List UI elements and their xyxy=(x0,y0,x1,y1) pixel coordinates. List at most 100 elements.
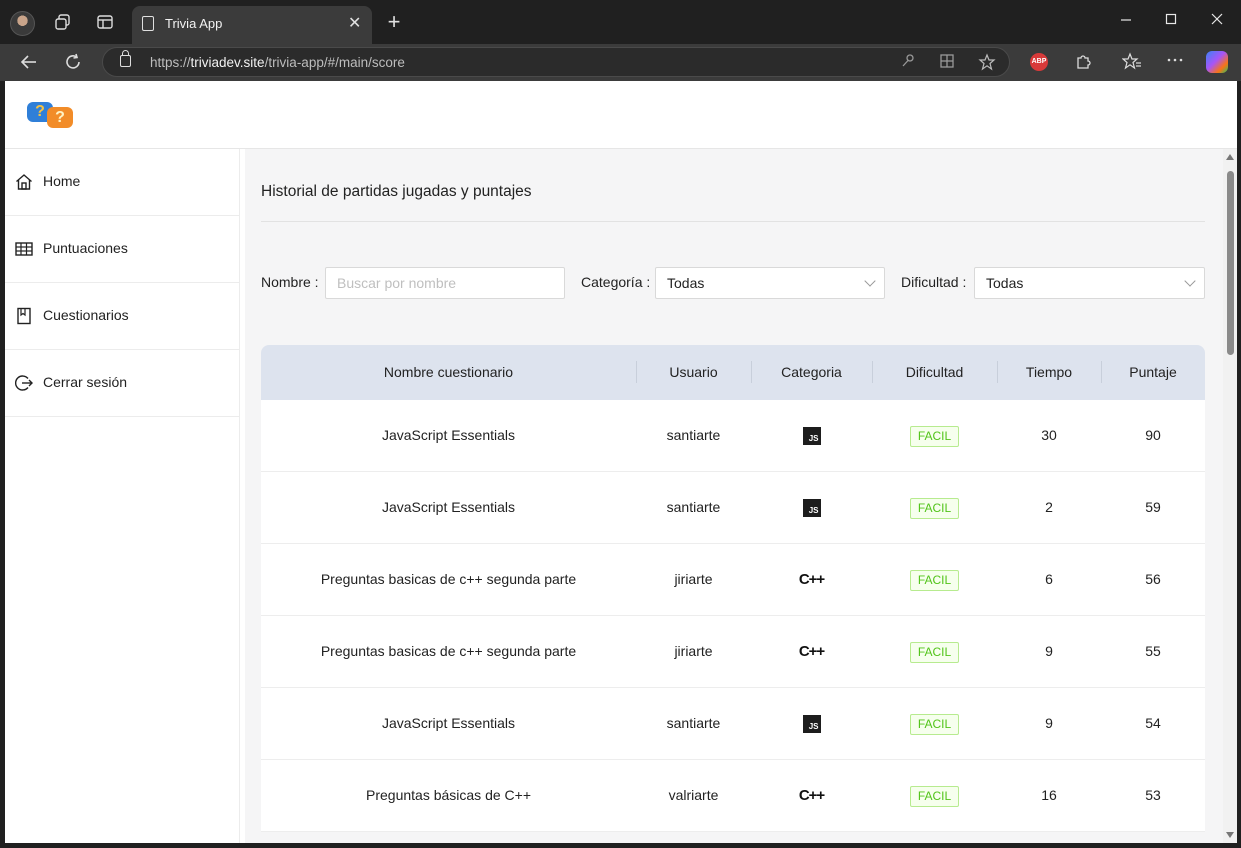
scroll-up-arrow-icon[interactable] xyxy=(1226,154,1234,160)
cpp-icon: C++ xyxy=(798,571,825,589)
vertical-scrollbar[interactable] xyxy=(1223,149,1237,843)
maximize-icon[interactable] xyxy=(1161,12,1181,30)
table-row[interactable]: Preguntas basicas de c++ segunda parte ji… xyxy=(261,544,1205,616)
cell-category: JS xyxy=(751,472,872,544)
column-header-categoria[interactable]: Categoria xyxy=(751,345,872,400)
favorites-icon[interactable] xyxy=(1121,52,1143,72)
sidebar-item-label: Home xyxy=(43,173,81,189)
difficulty-badge: FACIL xyxy=(909,641,960,663)
cell-score: 90 xyxy=(1145,427,1161,443)
more-icon[interactable] xyxy=(1164,50,1186,70)
cell-quiz-name: Preguntas básicas de C++ xyxy=(366,787,531,803)
cell-user: santiarte xyxy=(666,499,721,515)
cell-time: 9 xyxy=(1045,715,1053,731)
column-header-puntaje[interactable]: Puntaje xyxy=(1101,345,1205,400)
cell-time: 9 xyxy=(1045,643,1053,659)
cell-difficulty: FACIL xyxy=(872,472,997,544)
scrollbar-thumb[interactable] xyxy=(1227,171,1234,355)
cell-score: 54 xyxy=(1145,715,1161,731)
adblock-icon[interactable]: ABP xyxy=(1030,53,1048,71)
table-row[interactable]: Preguntas basicas de c++ segunda parte ji… xyxy=(261,616,1205,688)
sidebar-item-cerrar-sesion[interactable]: Cerrar sesión xyxy=(5,350,240,417)
copilot-icon[interactable] xyxy=(1206,51,1228,73)
tab-close-icon[interactable]: ✕ xyxy=(348,13,364,33)
cell-time: 16 xyxy=(1041,787,1057,803)
table-icon xyxy=(15,240,33,258)
category-select[interactable]: Todas xyxy=(655,267,885,299)
browser-toolbar: https://triviadev.site/trivia-app/#/main… xyxy=(0,44,1241,81)
apps-icon[interactable] xyxy=(936,53,958,73)
chevron-down-icon xyxy=(864,275,876,287)
javascript-icon: JS xyxy=(802,427,821,446)
new-tab-button[interactable]: + xyxy=(383,11,405,33)
browser-tab[interactable]: Trivia App ✕ xyxy=(132,6,372,44)
url-text: https://triviadev.site/trivia-app/#/main… xyxy=(150,55,405,70)
column-header-usuario[interactable]: Usuario xyxy=(636,345,751,400)
sidebar-item-label: Puntuaciones xyxy=(43,240,128,256)
table-row[interactable]: JavaScript Essentials santiarte JS FACIL 30 9… xyxy=(261,400,1205,472)
table-row[interactable]: JavaScript Essentials santiarte JS FACIL 9 54 xyxy=(261,688,1205,760)
column-header-tiempo[interactable]: Tiempo xyxy=(997,345,1101,400)
cell-user: santiarte xyxy=(666,427,721,443)
sidebar-item-label: Cuestionarios xyxy=(43,307,129,323)
scroll-down-arrow-icon[interactable] xyxy=(1226,832,1234,838)
difficulty-badge: FACIL xyxy=(909,497,960,519)
close-icon[interactable] xyxy=(1207,12,1227,30)
name-search-input[interactable]: Buscar por nombre xyxy=(325,267,565,299)
extensions-icon[interactable] xyxy=(1072,52,1094,72)
name-filter-label-text: Nombre xyxy=(261,274,311,290)
sidebar-item-home[interactable]: Home xyxy=(5,149,240,216)
cell-score: 56 xyxy=(1145,571,1161,587)
cell-category: JS xyxy=(751,688,872,760)
sidebar-item-puntuaciones[interactable]: Puntuaciones xyxy=(5,216,240,283)
cell-score: 55 xyxy=(1145,643,1161,659)
workspaces-icon[interactable] xyxy=(52,13,74,33)
cell-user: valriarte xyxy=(668,787,719,803)
cell-score: 53 xyxy=(1145,787,1161,803)
address-field[interactable]: https://triviadev.site/trivia-app/#/main… xyxy=(102,47,1010,77)
sidebar: Home Puntuaciones Cuestionarios Cerrar s… xyxy=(5,149,240,843)
sidebar-item-cuestionarios[interactable]: Cuestionarios xyxy=(5,283,240,350)
browser-tab-bar: Trivia App ✕ + xyxy=(0,0,1241,44)
table-body: JavaScript Essentials santiarte JS FACIL 30 9… xyxy=(261,400,1205,832)
page-title: Historial de partidas jugadas y puntajes xyxy=(261,183,532,200)
cell-quiz-name: Preguntas basicas de c++ segunda parte xyxy=(320,643,577,659)
cell-user: jiriarte xyxy=(674,643,713,659)
column-header-nombre[interactable]: Nombre cuestionario xyxy=(261,345,636,400)
cell-quiz-name: JavaScript Essentials xyxy=(381,715,516,731)
chevron-down-icon xyxy=(1184,275,1196,287)
cell-category: C++ xyxy=(751,760,872,832)
cell-category: C++ xyxy=(751,544,872,616)
tab-actions-icon[interactable] xyxy=(94,13,116,33)
title-divider xyxy=(261,221,1205,222)
home-icon xyxy=(15,173,33,191)
column-header-dificultad[interactable]: Dificultad xyxy=(872,345,997,400)
cell-category: C++ xyxy=(751,616,872,688)
category-filter-label: Categoría : xyxy=(581,274,651,290)
key-icon[interactable] xyxy=(897,53,919,73)
url-prefix: https:// xyxy=(150,55,191,70)
refresh-icon[interactable] xyxy=(62,52,84,72)
javascript-icon: JS xyxy=(802,499,821,518)
difficulty-select-value: Todas xyxy=(986,275,1024,291)
difficulty-badge: FACIL xyxy=(909,785,960,807)
profile-avatar[interactable] xyxy=(10,11,35,36)
minimize-icon[interactable] xyxy=(1116,12,1136,30)
book-icon xyxy=(15,307,33,325)
javascript-icon: JS xyxy=(802,715,821,734)
main-content: Historial de partidas jugadas y puntajes… xyxy=(245,149,1223,843)
url-host: triviadev.site xyxy=(190,55,265,70)
trivia-logo[interactable]: ? ? xyxy=(27,99,77,131)
cell-quiz-name: JavaScript Essentials xyxy=(381,499,516,515)
favorite-star-icon[interactable] xyxy=(976,53,998,73)
url-path: /trivia-app/#/main/score xyxy=(264,55,405,70)
cell-quiz-name: Preguntas basicas de c++ segunda parte xyxy=(320,571,577,587)
back-icon[interactable] xyxy=(18,52,40,72)
scores-table: Nombre cuestionario Usuario Categoria Di… xyxy=(261,345,1205,832)
cell-difficulty: FACIL xyxy=(872,400,997,472)
cell-time: 6 xyxy=(1045,571,1053,587)
table-row[interactable]: Preguntas básicas de C++ valriarte C++ FACI… xyxy=(261,760,1205,832)
lock-icon[interactable] xyxy=(120,50,131,67)
difficulty-select[interactable]: Todas xyxy=(974,267,1205,299)
table-row[interactable]: JavaScript Essentials santiarte JS FACIL 2 59 xyxy=(261,472,1205,544)
